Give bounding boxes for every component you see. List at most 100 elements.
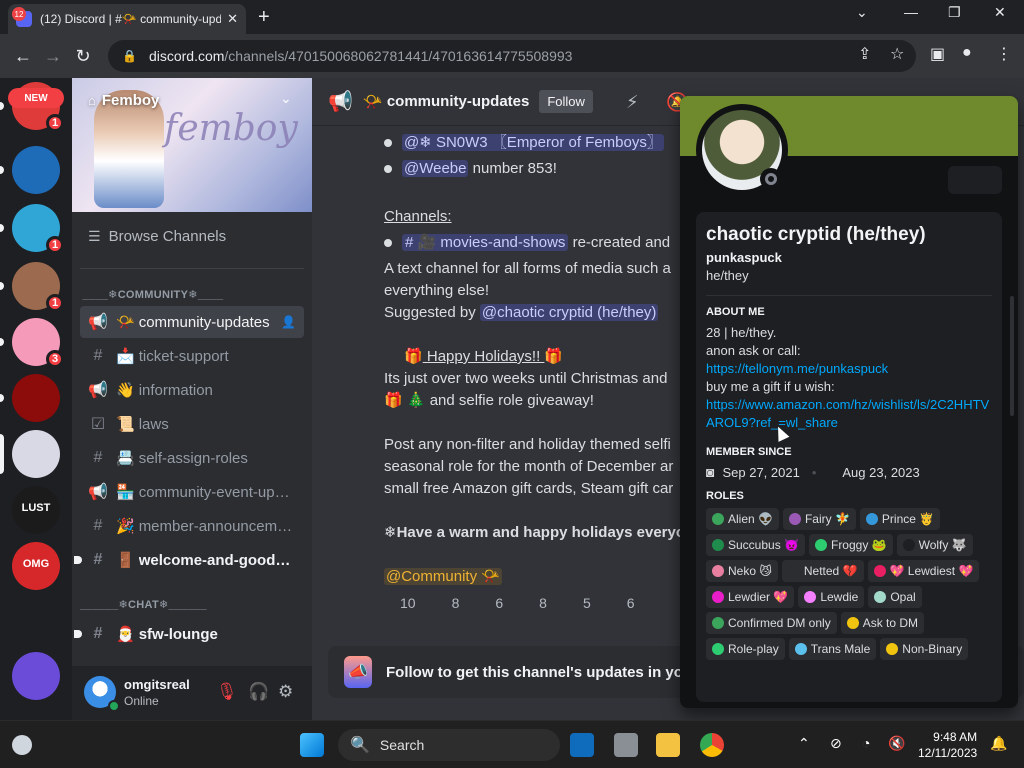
channel-mention[interactable]: # 🎥 movies-and-shows — [402, 234, 569, 251]
close-window-icon[interactable]: ✕ — [994, 4, 1006, 21]
side-panel-icon[interactable]: ▣ — [930, 44, 945, 64]
role-chip[interactable]: Lewdie — [798, 586, 865, 608]
role-chip[interactable]: Fairy 🧚 — [782, 508, 856, 530]
tab-close-icon[interactable]: ✕ — [227, 11, 238, 27]
role-chip[interactable]: Trans Male — [788, 638, 877, 660]
channel-ticket-support[interactable]: # 📩 ticket-support — [80, 340, 304, 372]
edge-browser-icon[interactable] — [570, 733, 594, 757]
guild-purple-icon[interactable] — [12, 652, 60, 700]
tellonym-link[interactable]: https://tellonym.me/punkaspuck — [706, 360, 992, 378]
task-view-icon[interactable] — [614, 733, 638, 757]
guild-faces-icon[interactable]: 1 — [12, 262, 64, 312]
category-community[interactable]: ____❄COMMUNITY❄____ — [80, 288, 224, 301]
guild-femboy-icon[interactable] — [12, 430, 60, 478]
guild-pink-icon[interactable]: 3 — [12, 318, 64, 368]
role-chip[interactable]: Lewdier 💖 — [706, 586, 795, 608]
reaction-count[interactable]: 10 — [400, 592, 416, 614]
role-chip[interactable]: Confirmed DM only — [706, 612, 837, 634]
role-chip[interactable]: Opal — [868, 586, 922, 608]
role-label: Role-play — [728, 642, 779, 656]
role-chip[interactable]: 💖 Lewdiest 💖 — [867, 560, 980, 582]
guild-unread-pill — [0, 338, 4, 346]
volume-mute-icon[interactable]: 🔇 — [888, 735, 905, 752]
forward-icon[interactable]: → — [38, 46, 68, 67]
taskbar-search[interactable]: 🔍 Search — [338, 729, 560, 761]
channel-welcome-and-goodbye[interactable]: # 🚪 welcome-and-goodbye — [74, 544, 304, 576]
role-chip[interactable]: Neko 😼 — [706, 560, 778, 582]
channel-community-event-up[interactable]: 📢 🏪 community-event-up… — [80, 476, 304, 508]
scrollbar[interactable] — [1010, 296, 1014, 416]
role-mention[interactable]: @Community 📯 — [384, 568, 502, 585]
about-text: buy me a gift if u wish: — [706, 379, 835, 394]
role-chip[interactable]: Froggy 🐸 — [808, 534, 893, 556]
user-mention[interactable]: @Weebe — [402, 160, 469, 177]
taskbar-clock[interactable]: 9:48 AM 12/11/2023 — [918, 729, 977, 761]
bookmark-star-icon[interactable]: ☆ — [890, 44, 904, 64]
follow-button[interactable]: Follow — [539, 90, 593, 113]
windows-start-icon[interactable] — [300, 733, 324, 757]
channel-label: laws — [138, 415, 169, 433]
role-chip[interactable]: Wolfy 🐺 — [896, 534, 973, 556]
threads-icon[interactable]: ⚡ — [626, 92, 639, 113]
guild-anime-icon[interactable]: 1 — [12, 204, 64, 254]
channel-emoji: 📇 — [116, 450, 135, 467]
channel-sfw-lounge[interactable]: # 🎅 sfw-lounge — [74, 618, 304, 650]
wifi-icon[interactable]: ◔ — [862, 735, 870, 751]
server-banner[interactable]: femboy ⌂ Femboy ⌄ — [72, 78, 312, 212]
channel-laws[interactable]: ☑ 📜 laws — [80, 408, 304, 440]
guild-santa-icon[interactable] — [12, 598, 60, 646]
browser-tab[interactable]: 12 (12) Discord | #📯 community-upd… ✕ — [8, 4, 246, 34]
category-chat[interactable]: ______❄CHAT❄______ — [80, 598, 207, 611]
reaction-count[interactable]: 8 — [452, 592, 460, 614]
reaction-count[interactable]: 8 — [539, 592, 547, 614]
wishlist-link[interactable]: https://www.amazon.com/hz/wishlist/ls/2C… — [706, 396, 992, 432]
reaction-count[interactable]: 6 — [495, 592, 503, 614]
back-icon[interactable]: ← — [8, 46, 38, 67]
guild-omg-icon[interactable]: OMG — [12, 542, 60, 590]
channel-label: ticket-support — [138, 347, 229, 365]
reaction-count[interactable]: 6 — [627, 592, 635, 614]
user-mention[interactable]: @❄ SN0W3 〖Emperor of Femboys〗 — [402, 134, 664, 151]
browser-menu-icon[interactable]: ⋮ — [996, 44, 1012, 64]
browse-channels[interactable]: ☰ Browse Channels — [88, 228, 226, 245]
channel-community-updates[interactable]: 📢 📯 community-updates 👤 — [80, 306, 304, 338]
chrome-icon[interactable] — [700, 733, 724, 757]
guild-red-icon[interactable] — [12, 374, 60, 422]
role-chip[interactable]: Role-play — [706, 638, 785, 660]
server-name[interactable]: ⌂ Femboy — [88, 92, 159, 109]
mute-mic-icon[interactable]: 🎙 — [216, 682, 238, 702]
chevron-down-icon[interactable]: ⌄ — [280, 90, 292, 107]
reload-icon[interactable]: ↻ — [68, 46, 98, 67]
message-text: Its just over two weeks until Christmas … — [384, 370, 668, 387]
channel-self-assign-roles[interactable]: # 📇 self-assign-roles — [80, 442, 304, 474]
maximize-icon[interactable]: ❐ — [948, 4, 961, 21]
share-icon[interactable]: ⇪ — [858, 44, 871, 64]
tray-chevron-icon[interactable]: ⌃ — [798, 735, 810, 752]
tab-search-icon[interactable]: ⌄ — [856, 4, 868, 21]
notification-bell-icon[interactable]: 🔔 — [990, 735, 1007, 752]
user-mention[interactable]: @chaotic cryptid (he/they) — [479, 304, 659, 321]
role-chip[interactable]: Netted 💔 — [781, 560, 864, 582]
settings-gear-icon[interactable]: ⚙ — [278, 682, 293, 702]
new-tab-icon[interactable]: + — [258, 6, 270, 29]
role-chip[interactable]: Alien 👽 — [706, 508, 779, 530]
guild-lust-icon[interactable]: LUST — [12, 486, 60, 534]
roles-list: Alien 👽 Fairy 🧚 Prince 🤴 Succubus 👿 Froggy 🐸… — [706, 508, 992, 660]
network-off-icon[interactable]: ⊘ — [830, 735, 842, 752]
role-label: Opal — [890, 590, 916, 604]
minimize-icon[interactable]: — — [904, 4, 918, 20]
profile-icon[interactable]: ● — [962, 44, 972, 62]
channel-information[interactable]: 📢 👋 information — [80, 374, 304, 406]
role-chip[interactable]: Succubus 👿 — [706, 534, 805, 556]
role-chip[interactable]: Ask to DM — [840, 612, 925, 634]
reaction-count[interactable]: 5 — [583, 592, 591, 614]
role-chip[interactable]: Non-Binary — [880, 638, 969, 660]
weather-icon[interactable] — [12, 735, 32, 755]
file-explorer-icon[interactable] — [656, 733, 680, 757]
guild-blue-icon[interactable] — [12, 146, 60, 194]
headphones-icon[interactable]: 🎧 — [248, 682, 269, 702]
add-member-icon[interactable]: 👤 — [281, 315, 296, 329]
url-input[interactable]: 🔒 discord.com/channels/47015006806278144… — [108, 40, 916, 72]
channel-member-announcem[interactable]: # 🎉 member-announcem… — [80, 510, 304, 542]
role-chip[interactable]: Prince 🤴 — [859, 508, 941, 530]
